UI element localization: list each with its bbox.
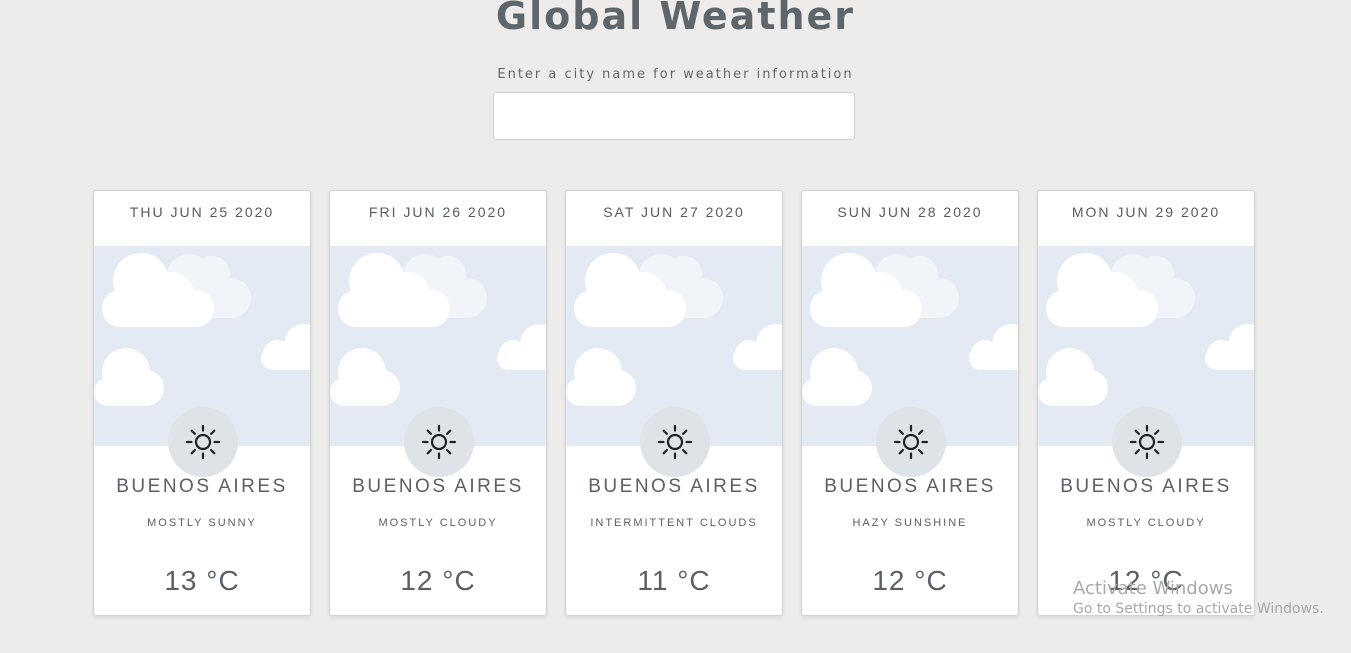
forecast-city: BUENOS AIRES xyxy=(352,476,524,497)
forecast-condition: HAZY SUNSHINE xyxy=(852,517,968,529)
forecast-date: SAT JUN 27 2020 xyxy=(603,204,745,220)
forecast-card: MON JUN 29 2020 BUENOS AIRES MOSTLY CLOU… xyxy=(1037,190,1255,616)
city-search-input[interactable] xyxy=(493,92,855,140)
forecast-city: BUENOS AIRES xyxy=(116,476,288,497)
forecast-temperature: 13 °C xyxy=(164,565,240,596)
forecast-card: SUN JUN 28 2020 BUENOS AIRES HAZY SUNSHI… xyxy=(801,190,1019,616)
sun-icon xyxy=(1112,407,1182,477)
watermark-subtitle: Go to Settings to activate Windows. xyxy=(1073,601,1324,617)
forecast-date: FRI JUN 26 2020 xyxy=(368,204,508,220)
weather-page: Global Weather Enter a city name for wea… xyxy=(0,0,1351,653)
forecast-temperature: 12 °C xyxy=(400,565,476,596)
forecast-condition: INTERMITTENT CLOUDS xyxy=(590,517,758,529)
forecast-condition: MOSTLY CLOUDY xyxy=(378,517,498,529)
forecast-card: FRI JUN 26 2020 BUENOS AIRES MOSTLY CLOU… xyxy=(329,190,547,616)
activate-windows-watermark: Activate Windows Go to Settings to activ… xyxy=(1073,578,1324,617)
forecast-condition: MOSTLY CLOUDY xyxy=(1086,517,1206,529)
watermark-title: Activate Windows xyxy=(1073,578,1233,599)
forecast-date: MON JUN 29 2020 xyxy=(1071,204,1221,220)
forecast-temperature: 12 °C xyxy=(872,565,948,596)
forecast-card: SAT JUN 27 2020 BUENOS AIRES INTERMITTEN… xyxy=(565,190,783,616)
sun-icon xyxy=(404,407,474,477)
forecast-city: BUENOS AIRES xyxy=(824,476,996,497)
search-prompt-label: Enter a city name for weather informatio… xyxy=(497,67,854,82)
sun-icon xyxy=(640,407,710,477)
sun-icon xyxy=(168,407,238,477)
forecast-condition: MOSTLY SUNNY xyxy=(147,517,257,529)
forecast-date: THU JUN 25 2020 xyxy=(129,204,275,220)
forecast-temperature: 11 °C xyxy=(637,565,711,596)
sun-icon xyxy=(876,407,946,477)
forecast-city: BUENOS AIRES xyxy=(588,476,760,497)
page-title: Global Weather xyxy=(495,0,856,38)
forecast-city: BUENOS AIRES xyxy=(1060,476,1232,497)
forecast-card: THU JUN 25 2020 BUENOS AIRES MOSTLY SUNN… xyxy=(93,190,311,616)
forecast-date: SUN JUN 28 2020 xyxy=(837,204,983,220)
